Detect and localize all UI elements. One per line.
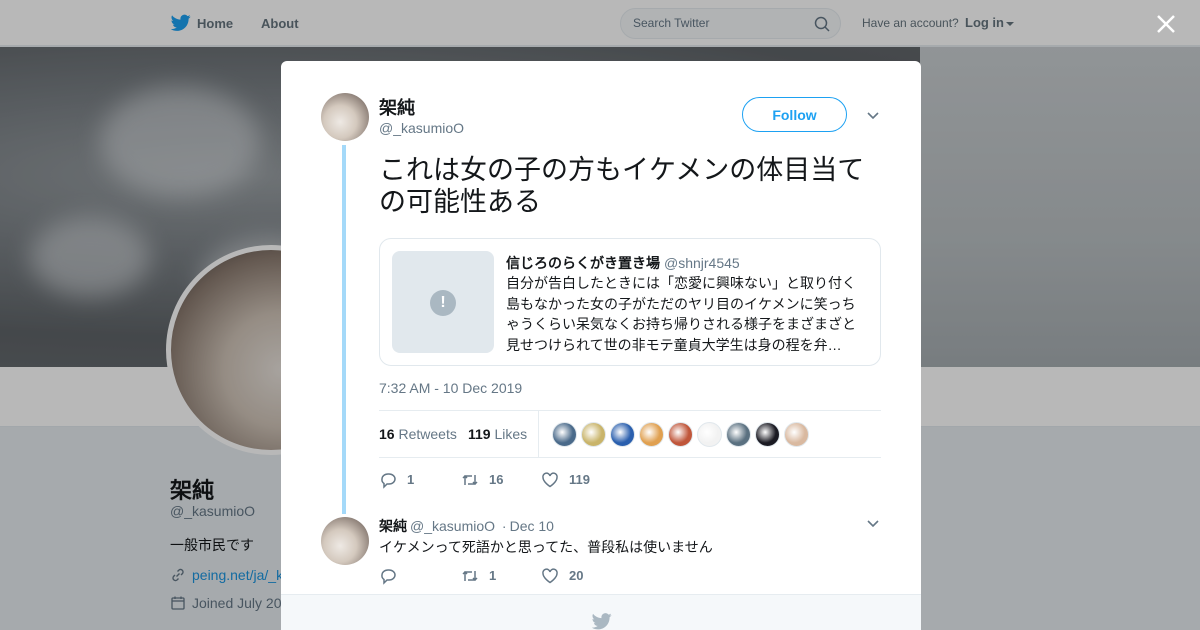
quoted-tweet[interactable]: ! 信じろのらくがき置き場 @shnjr4545 自分が告白したときには「恋愛に興… [379, 238, 881, 366]
liker-avatar[interactable] [668, 422, 693, 447]
author-name[interactable]: 架純 [379, 94, 415, 120]
liker-avatar[interactable] [639, 422, 664, 447]
reply-count: 1 [407, 472, 415, 487]
heart-icon [542, 472, 558, 488]
liker-avatar[interactable] [755, 422, 780, 447]
stats-divider [538, 411, 539, 457]
reply-icon [381, 569, 396, 585]
heart-icon [542, 568, 558, 584]
retweet-action-count: 1 [489, 568, 497, 583]
retweet-icon [462, 474, 478, 486]
author-handle[interactable]: @_kasumioO [379, 120, 464, 136]
quote-author-handle: @shnjr4545 [664, 255, 740, 271]
like-action-count: 20 [569, 568, 584, 583]
liker-avatar[interactable] [697, 422, 722, 447]
quote-author-name: 信じろのらくがき置き場 [506, 255, 660, 271]
tweet-modal: 架純 @_kasumioO Follow これは女の子の方もイケメンの体目当ての… [281, 61, 921, 630]
twitter-bird-icon[interactable] [592, 613, 612, 630]
tweet-text: これは女の子の方もイケメンの体目当ての可能性ある [379, 155, 865, 217]
retweet-label: Retweets [398, 426, 457, 442]
alert-icon: ! [430, 290, 456, 316]
quote-text: 自分が告白したときには「恋愛に興味ない」と取り付く島もなかった女の子がただのヤリ… [506, 275, 856, 353]
liker-avatar[interactable] [610, 422, 635, 447]
retweet-count: 16 [379, 426, 395, 442]
reply-author-handle[interactable]: @_kasumioO [410, 518, 495, 534]
chevron-down-icon[interactable] [867, 112, 879, 120]
liker-avatar[interactable] [784, 422, 809, 447]
avatar[interactable] [321, 93, 369, 141]
retweet-action-count: 16 [489, 472, 504, 487]
reply-date[interactable]: Dec 10 [510, 518, 554, 534]
like-stat[interactable]: 119 Likes [468, 426, 527, 442]
reply-text: イケメンって死語かと思ってた、普段私は使いません [379, 539, 713, 555]
liker-avatar[interactable] [552, 422, 577, 447]
retweet-icon [462, 570, 478, 582]
liker-avatar[interactable] [581, 422, 606, 447]
like-count: 119 [468, 426, 491, 442]
chevron-down-icon[interactable] [867, 520, 879, 528]
follow-button[interactable]: Follow [742, 97, 847, 132]
quote-author: 信じろのらくがき置き場 @shnjr4545 [506, 253, 740, 273]
avatar[interactable] [321, 517, 369, 565]
reply-icon [381, 473, 396, 489]
modal-footer [281, 594, 921, 630]
reply-header: 架純 @_kasumioO · Dec 10 [379, 516, 554, 536]
like-action-count: 119 [569, 472, 590, 487]
close-icon[interactable] [1155, 13, 1177, 35]
thread-line [342, 145, 346, 514]
tweet-stats: 16 Retweets 119 Likes [379, 410, 881, 458]
retweet-stat[interactable]: 16 Retweets [379, 426, 457, 442]
tweet-timestamp[interactable]: 7:32 AM - 10 Dec 2019 [379, 380, 522, 396]
liker-avatar[interactable] [726, 422, 751, 447]
reply-separator: · [501, 518, 507, 534]
reply-author-name[interactable]: 架純 [379, 518, 407, 534]
quote-media-placeholder: ! [392, 251, 494, 353]
like-label: Likes [494, 426, 528, 442]
